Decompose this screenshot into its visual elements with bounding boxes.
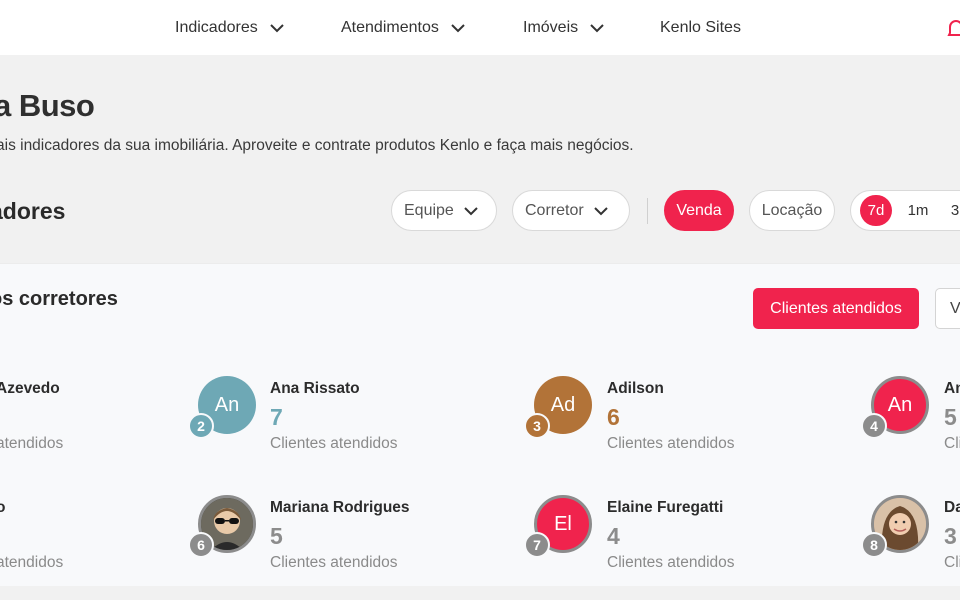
broker-label: Cli — [944, 554, 960, 571]
broker-name: o — [0, 499, 6, 516]
broker-name[interactable]: Ana Rissato — [270, 380, 360, 398]
nav-kenlo-sites-label: Kenlo Sites — [660, 19, 741, 36]
filter-divider — [647, 198, 648, 224]
equipe-label: Equipe — [404, 201, 454, 219]
rank-badge: 6 — [188, 532, 214, 558]
nav-atendimentos-label: Atendimentos — [341, 19, 439, 36]
broker-count: 5 — [270, 523, 283, 549]
broker-count: 4 — [607, 523, 620, 549]
nav-kenlo-sites[interactable]: Kenlo Sites — [660, 16, 741, 40]
chevron-down-icon — [270, 24, 284, 33]
venda-toggle[interactable]: Venda — [664, 190, 734, 231]
broker-name[interactable]: Mariana Rodrigues — [270, 499, 410, 517]
broker-label: Clientes atendidos — [607, 435, 735, 452]
period-selector: 7d 1m 3 — [850, 190, 960, 231]
broker-name[interactable]: Elaine Furegatti — [607, 499, 723, 517]
rank-badge: 3 — [524, 413, 550, 439]
locacao-toggle[interactable]: Locação — [749, 190, 835, 231]
broker-label: Clientes atendidos — [270, 435, 398, 452]
broker-label: Clientes atendidos — [607, 554, 735, 571]
broker-count: 5 — [944, 404, 957, 430]
equipe-dropdown[interactable]: Equipe — [391, 190, 497, 231]
bell-icon[interactable] — [944, 16, 960, 40]
broker-name[interactable]: An — [944, 380, 960, 398]
locacao-label: Locação — [761, 201, 823, 219]
broker-label: atendidos — [0, 554, 64, 571]
rank-badge: 7 — [524, 532, 550, 558]
corretor-dropdown[interactable]: Corretor — [512, 190, 630, 231]
section-title: adores — [0, 198, 66, 224]
broker-name: Azevedo — [0, 380, 60, 397]
broker-label: atendidos — [0, 435, 64, 452]
chevron-down-icon — [451, 24, 465, 33]
chevron-down-icon — [464, 206, 478, 215]
broker-label: Cli — [944, 435, 960, 452]
nav-imoveis-label: Imóveis — [523, 19, 579, 36]
period-3[interactable]: 3 — [947, 195, 960, 226]
nav-indicadores[interactable]: Indicadores — [175, 16, 286, 40]
nav-imoveis[interactable]: Imóveis — [523, 16, 606, 40]
top-nav: Indicadores Atendimentos Imóveis Kenlo S… — [0, 0, 960, 55]
broker-count: 3 — [944, 523, 957, 549]
clientes-atendidos-button[interactable]: Clientes atendidos — [753, 288, 919, 329]
rank-badge: 8 — [861, 532, 887, 558]
page-subtitle: ais indicadores da sua imobiliária. Apro… — [0, 137, 634, 154]
broker-name[interactable]: Da — [944, 499, 960, 517]
broker-count: 6 — [607, 404, 620, 430]
broker-label: Clientes atendidos — [270, 554, 398, 571]
venda-label: Venda — [676, 201, 722, 219]
secondary-metric-button[interactable]: V — [935, 288, 960, 329]
page-title: a Buso — [0, 88, 95, 123]
nav-indicadores-label: Indicadores — [175, 19, 258, 36]
broker-name[interactable]: Adilson — [607, 380, 664, 398]
corretor-label: Corretor — [525, 201, 584, 219]
chevron-down-icon — [593, 206, 608, 215]
nav-atendimentos[interactable]: Atendimentos — [341, 16, 467, 40]
rank-badge: 2 — [188, 413, 214, 439]
period-7d[interactable]: 7d — [860, 195, 892, 226]
rank-badge: 4 — [861, 413, 887, 439]
chevron-down-icon — [590, 24, 604, 33]
panel-title: os corretores — [0, 288, 118, 310]
period-1m[interactable]: 1m — [903, 195, 933, 226]
broker-count: 7 — [270, 404, 283, 430]
